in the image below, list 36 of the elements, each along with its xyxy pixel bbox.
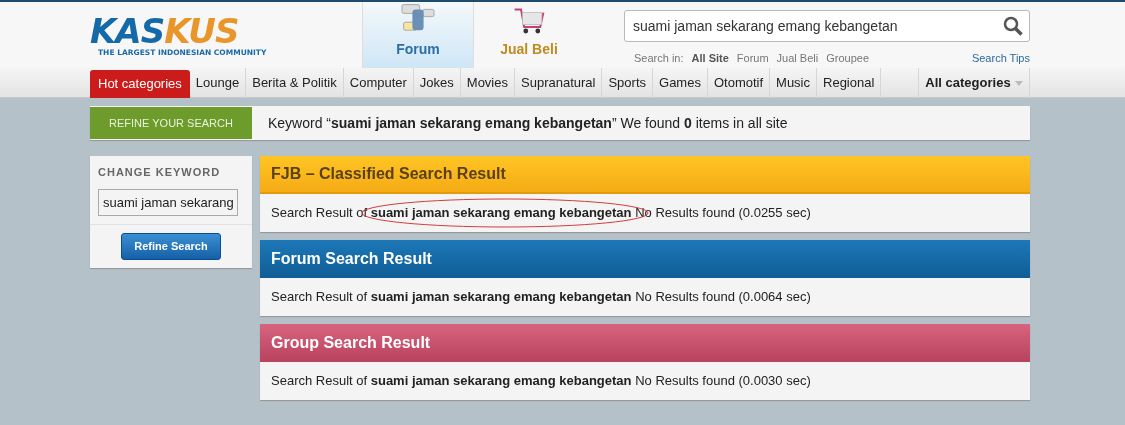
hot-categories-tab[interactable]: Hot categories (90, 70, 190, 98)
category-link[interactable]: Regional (817, 68, 882, 98)
search-in-label: Search in: (633, 51, 685, 66)
result-header: Forum Search Result (260, 240, 1030, 278)
search-field[interactable]: suami jaman sekarang emang kebangetan (624, 10, 1030, 42)
result-text: Search Result of suami jaman sekarang emang kebangetan No Results found (0.0030 sec) (271, 372, 811, 391)
result-header: Group Search Result (260, 324, 1030, 362)
category-link[interactable]: Berita & Politik (246, 68, 344, 98)
search-icon[interactable] (1003, 16, 1023, 36)
search-scope-link[interactable]: Groupee (822, 50, 873, 67)
category-link[interactable]: Games (653, 68, 708, 98)
category-link[interactable]: Jokes (413, 68, 461, 98)
result-header: FJB – Classified Search Result (260, 156, 1030, 194)
keyword-summary: Keyword “suami jaman sekarang emang kebangetan” We found 0 items in all site (268, 113, 788, 133)
all-categories-dropdown[interactable]: All categories (918, 68, 1030, 98)
category-link[interactable]: Computer (343, 68, 414, 98)
keyword-field[interactable]: suami jaman sekarang (98, 188, 238, 216)
logo-text: KUS (164, 13, 239, 48)
section-tab[interactable]: Forum (362, 2, 473, 68)
search-scope-link[interactable]: Forum (732, 50, 773, 67)
refine-search-button[interactable]: Refine Search (121, 233, 221, 260)
caret-icon (1014, 80, 1023, 86)
category-link[interactable]: Lounge (189, 68, 247, 98)
category-link[interactable]: Music (770, 68, 817, 98)
category-link[interactable]: Supranatural (515, 68, 603, 98)
logo-text: KAS (90, 13, 165, 48)
search-scope-link[interactable]: All Site (687, 50, 733, 67)
search-tips-link[interactable]: Search Tips (971, 50, 1030, 67)
category-link[interactable]: Movies (460, 68, 515, 98)
search-scope-link[interactable]: Jual Beli (772, 50, 823, 67)
result-text: Search Result of suami jaman sekarang emang kebangetan No Results found (0.0255 sec) (271, 204, 811, 223)
search-input[interactable]: suami jaman sekarang emang kebangetan (631, 14, 1003, 38)
category-link[interactable]: Otomotif (707, 68, 771, 98)
result-text: Search Result of suami jaman sekarang emang kebangetan No Results found (0.0064 sec) (271, 288, 811, 307)
change-keyword-label: CHANGE KEYWORD (98, 165, 222, 180)
category-link[interactable]: Sports (602, 68, 654, 98)
